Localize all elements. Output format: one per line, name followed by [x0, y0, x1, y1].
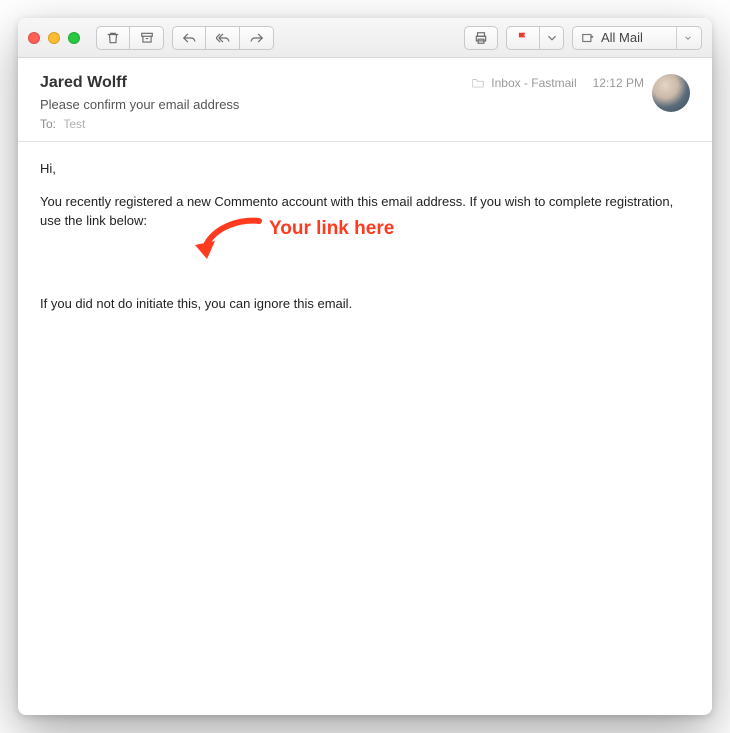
body-paragraph-2: If you did not do initiate this, you can…: [40, 295, 690, 314]
body-greeting: Hi,: [40, 160, 690, 179]
message-body: Hi, You recently registered a new Commen…: [18, 142, 712, 715]
chevron-down-icon: [545, 31, 559, 45]
reply-all-icon: [216, 31, 230, 45]
sender-name: Jared Wolff: [40, 74, 459, 92]
message-time: 12:12 PM: [593, 76, 644, 90]
reply-icon: [182, 31, 196, 45]
forward-icon: [250, 31, 264, 45]
header-meta: Inbox - Fastmail 12:12 PM: [471, 74, 690, 131]
folder-label: Inbox - Fastmail: [491, 76, 576, 90]
reply-all-button[interactable]: [206, 26, 240, 50]
message-header: Jared Wolff Please confirm your email ad…: [18, 58, 712, 142]
traffic-lights: [28, 32, 80, 44]
chevron-down-icon: [683, 33, 693, 43]
mailbox-label: All Mail: [601, 30, 643, 45]
flag-menu-button[interactable]: [540, 26, 564, 50]
to-value: Test: [63, 117, 85, 131]
titlebar: All Mail: [18, 18, 712, 58]
flag-group: [506, 26, 564, 50]
reply-group: [172, 26, 274, 50]
mail-window: All Mail Jared Wolff Please confirm your…: [18, 18, 712, 715]
window-close-button[interactable]: [28, 32, 40, 44]
trash-icon: [106, 31, 120, 45]
reply-button[interactable]: [172, 26, 206, 50]
to-label: To:: [40, 117, 56, 131]
window-minimize-button[interactable]: [48, 32, 60, 44]
folder-icon: [471, 76, 485, 90]
flag-icon: [516, 31, 530, 45]
archive-button[interactable]: [130, 26, 164, 50]
mailbox-selector[interactable]: All Mail: [572, 26, 702, 50]
subject-line: Please confirm your email address: [40, 97, 459, 112]
to-line: To: Test: [40, 117, 459, 131]
window-zoom-button[interactable]: [68, 32, 80, 44]
forward-button[interactable]: [240, 26, 274, 50]
delete-archive-group: [96, 26, 164, 50]
print-button[interactable]: [464, 26, 498, 50]
flag-button[interactable]: [506, 26, 540, 50]
move-to-icon: [581, 31, 595, 45]
delete-button[interactable]: [96, 26, 130, 50]
body-paragraph-1: You recently registered a new Commento a…: [40, 193, 690, 231]
print-icon: [474, 31, 488, 45]
archive-icon: [140, 31, 154, 45]
avatar: [652, 74, 690, 112]
